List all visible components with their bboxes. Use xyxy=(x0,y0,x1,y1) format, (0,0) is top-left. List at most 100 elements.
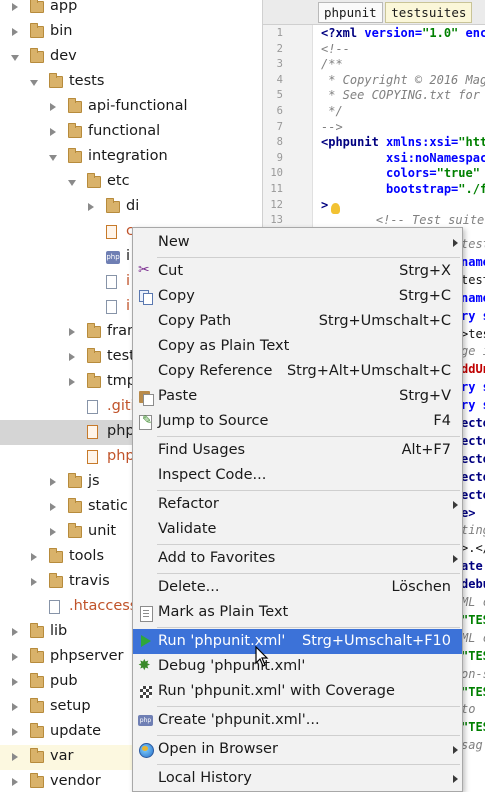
line-number: 8 xyxy=(276,136,283,149)
tree-row-label: .htaccess xyxy=(69,598,138,614)
code-fragment: debu xyxy=(461,577,485,592)
folder-icon xyxy=(30,698,44,713)
tree-row-label: functional xyxy=(88,123,161,139)
expand-arrow-right-icon[interactable] xyxy=(12,653,18,661)
code-fragment: testsu xyxy=(461,272,485,287)
code-fragment: "TES xyxy=(461,684,485,699)
menu-item-run-phpunit-xml[interactable]: Run 'phpunit.xml' Strg+Umschalt+F10 xyxy=(133,629,462,654)
line-number: 2 xyxy=(276,42,283,55)
menu-item-debug-phpunit-xml[interactable]: Debug 'phpunit.xml' xyxy=(133,654,462,679)
menu-separator xyxy=(157,706,460,707)
line-number: 10 xyxy=(270,167,283,180)
menu-item-add-to-favorites[interactable]: Add to Favorites xyxy=(133,546,462,571)
menu-item-copy-reference[interactable]: Copy Reference Strg+Alt+Umschalt+C xyxy=(133,359,462,384)
code-fragment: ate xyxy=(461,559,483,574)
menu-item-local-history[interactable]: Local History xyxy=(133,766,462,791)
tree-row-integration[interactable]: integration xyxy=(0,145,262,170)
tree-row-apifunctional[interactable]: api-functional xyxy=(0,95,262,120)
menu-item-run-phpunit-xml-with-coverage[interactable]: Run 'phpunit.xml' with Coverage xyxy=(133,679,462,704)
expand-arrow-down-icon[interactable] xyxy=(30,80,38,86)
tree-row-di[interactable]: di xyxy=(0,195,262,220)
menu-item-delete[interactable]: Delete... Löschen xyxy=(133,575,462,600)
folder-icon xyxy=(87,373,101,388)
expand-arrow-right-icon[interactable] xyxy=(12,703,18,711)
expand-arrow-right-icon[interactable] xyxy=(12,628,18,636)
menu-item-validate[interactable]: Validate xyxy=(133,517,462,542)
tree-row-bin[interactable]: bin xyxy=(0,20,262,45)
folder-icon xyxy=(49,73,63,88)
tree-row-label: bin xyxy=(50,23,73,39)
menu-item-shortcut: Strg+Umschalt+C xyxy=(318,313,451,329)
expand-arrow-right-icon[interactable] xyxy=(69,328,75,336)
folder-icon xyxy=(30,773,44,788)
menu-item-label: Copy xyxy=(158,288,195,304)
menu-item-new[interactable]: New xyxy=(133,230,462,255)
tree-row-dev[interactable]: dev xyxy=(0,45,262,70)
expand-arrow-right-icon[interactable] xyxy=(69,378,75,386)
tree-row-label: tests xyxy=(69,73,105,89)
expand-arrow-right-icon[interactable] xyxy=(12,753,18,761)
expand-arrow-right-icon[interactable] xyxy=(12,28,18,36)
code-fragment: name= xyxy=(461,290,485,305)
expand-arrow-right-icon[interactable] xyxy=(12,678,18,686)
menu-item-paste[interactable]: Paste Strg+V xyxy=(133,384,462,409)
menu-item-label: Debug 'phpunit.xml' xyxy=(158,658,306,674)
tree-row-etc[interactable]: etc xyxy=(0,170,262,195)
tree-row-app[interactable]: app xyxy=(0,0,262,20)
menu-item-label: Refactor xyxy=(158,496,219,512)
code-fragment: sag xyxy=(461,738,483,753)
folder-icon xyxy=(30,48,44,63)
expand-arrow-right-icon[interactable] xyxy=(50,503,56,511)
tree-row-tests[interactable]: tests xyxy=(0,70,262,95)
intention-bulb-icon[interactable] xyxy=(331,203,340,214)
expand-arrow-right-icon[interactable] xyxy=(50,478,56,486)
expand-arrow-right-icon[interactable] xyxy=(12,3,18,11)
breadcrumb-phpunit[interactable]: phpunit xyxy=(318,2,383,23)
code-fragment: "TES xyxy=(461,720,485,735)
file-icon xyxy=(87,400,98,414)
expand-arrow-right-icon[interactable] xyxy=(50,128,56,136)
code-line: > xyxy=(321,198,328,212)
expand-arrow-right-icon[interactable] xyxy=(69,353,75,361)
expand-arrow-down-icon[interactable] xyxy=(68,180,76,186)
menu-item-open-in-browser[interactable]: Open in Browser xyxy=(133,737,462,762)
expand-arrow-right-icon[interactable] xyxy=(88,203,94,211)
menu-item-label: Validate xyxy=(158,521,217,537)
menu-item-copy-path[interactable]: Copy Path Strg+Umschalt+C xyxy=(133,309,462,334)
expand-arrow-right-icon[interactable] xyxy=(31,578,37,586)
expand-arrow-right-icon[interactable] xyxy=(50,103,56,111)
line-number: 12 xyxy=(270,198,283,211)
tree-row-label: i xyxy=(126,298,131,314)
breadcrumb-testsuites[interactable]: testsuites xyxy=(385,2,473,23)
coverage-icon xyxy=(138,684,153,699)
folder-icon xyxy=(87,173,101,188)
code-line: colors="true" xyxy=(321,166,480,180)
create-config-icon xyxy=(138,713,153,728)
menu-item-shortcut: Alt+F7 xyxy=(401,442,451,458)
menu-item-mark-as-plain-text[interactable]: Mark as Plain Text xyxy=(133,600,462,625)
code-token: "./fr xyxy=(458,182,485,196)
menu-item-copy[interactable]: Copy Strg+C xyxy=(133,284,462,309)
expand-arrow-right-icon[interactable] xyxy=(12,778,18,786)
tree-row-label: tools xyxy=(69,548,105,564)
folder-icon xyxy=(87,323,101,338)
menu-separator xyxy=(157,573,460,574)
tree-row-label: php xyxy=(107,448,135,464)
code-fragment: testsui xyxy=(461,237,485,251)
menu-item-cut[interactable]: Cut Strg+X xyxy=(133,259,462,284)
menu-item-jump-to-source[interactable]: Jump to Source F4 xyxy=(133,409,462,434)
expand-arrow-right-icon[interactable] xyxy=(12,728,18,736)
tree-row-functional[interactable]: functional xyxy=(0,120,262,145)
menu-item-refactor[interactable]: Refactor xyxy=(133,492,462,517)
expand-arrow-right-icon[interactable] xyxy=(31,553,37,561)
expand-arrow-down-icon[interactable] xyxy=(11,55,19,61)
expand-arrow-right-icon[interactable] xyxy=(50,528,56,536)
expand-arrow-down-icon[interactable] xyxy=(49,155,57,161)
menu-item-create-phpunit-xml[interactable]: Create 'phpunit.xml'... xyxy=(133,708,462,733)
folder-icon xyxy=(30,673,44,688)
menu-item-copy-as-plain-text[interactable]: Copy as Plain Text xyxy=(133,334,462,359)
menu-item-inspect-code[interactable]: Inspect Code... xyxy=(133,463,462,488)
tree-row-label: phpserver xyxy=(50,648,124,664)
menu-item-label: Copy Reference xyxy=(158,363,273,379)
menu-item-find-usages[interactable]: Find Usages Alt+F7 xyxy=(133,438,462,463)
